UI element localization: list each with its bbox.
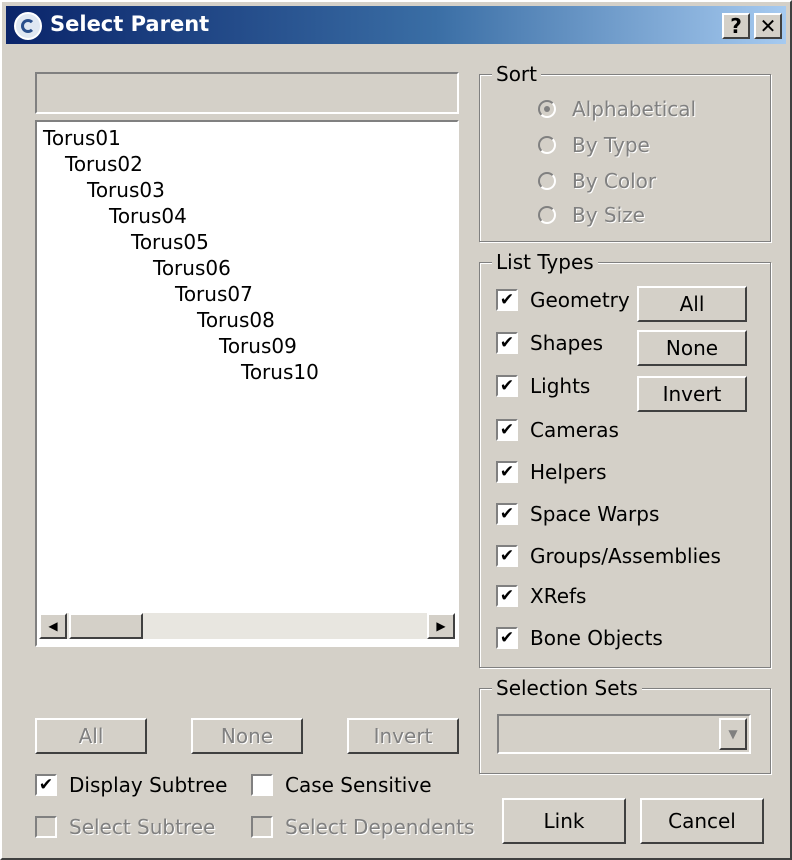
select-parent-dialog: Select Parent ? ✕ Torus01 Torus02 Torus03 T… (0, 0, 792, 860)
checkbox-box (251, 816, 273, 838)
app-logo-icon (14, 12, 42, 40)
list-type-checkbox[interactable]: ✔ Space Warps (496, 501, 659, 527)
sort-group-title: Sort (492, 62, 541, 86)
list-type-checkbox[interactable]: ✔ Shapes (496, 330, 603, 356)
checkbox-box: ✔ (496, 461, 518, 483)
tree-item[interactable]: Torus08 (197, 308, 275, 332)
tree-item[interactable]: Torus10 (241, 360, 319, 384)
tree-item[interactable]: Torus05 (131, 230, 209, 254)
checkbox-label: XRefs (530, 584, 587, 608)
radio-button (538, 100, 556, 118)
checkbox-box: ✔ (496, 585, 518, 607)
tree-item[interactable]: Torus06 (153, 256, 231, 280)
checkbox-box: ✔ (496, 503, 518, 525)
selection-sets-dropdown[interactable]: ▼ (497, 714, 751, 754)
radio-button (538, 172, 556, 190)
checkbox-box: ✔ (35, 774, 57, 796)
sort-group: Sort Alphabetical By Type By Color By Si… (479, 62, 771, 242)
help-button[interactable]: ? (722, 13, 750, 39)
checkbox-label: Shapes (530, 331, 604, 355)
checkbox-label: Bone Objects (530, 626, 663, 650)
checkbox-label: Geometry (530, 288, 630, 312)
sort-by-size-radio[interactable]: By Size (538, 203, 645, 227)
link-button[interactable]: Link (502, 798, 626, 844)
checkbox-box: ✔ (496, 375, 518, 397)
radio-label: By Size (572, 203, 645, 227)
checkbox-label: Select Dependents (285, 815, 475, 839)
sort-by-color-radio[interactable]: By Color (538, 169, 656, 193)
checkbox-label: Cameras (530, 418, 619, 442)
list-types-none-button[interactable]: None (637, 330, 747, 366)
checkbox-box: ✔ (496, 627, 518, 649)
list-types-invert-button[interactable]: Invert (637, 376, 747, 412)
tree-item[interactable]: Torus02 (65, 152, 143, 176)
horizontal-scrollbar[interactable]: ◀ ▶ (39, 613, 455, 639)
display-subtree-checkbox[interactable]: ✔ Display Subtree (35, 772, 227, 798)
checkbox-box: ✔ (496, 545, 518, 567)
select-dependents-checkbox[interactable]: Select Dependents (251, 814, 474, 840)
list-type-checkbox[interactable]: ✔ Geometry (496, 287, 630, 313)
arrow-left-icon: ◀ (48, 619, 58, 633)
tree-item[interactable]: Torus03 (87, 178, 165, 202)
search-input[interactable] (35, 72, 459, 114)
select-none-button[interactable]: None (191, 718, 303, 754)
list-type-checkbox[interactable]: ✔ XRefs (496, 583, 586, 609)
radio-label: By Type (572, 133, 650, 157)
scroll-right-button[interactable]: ▶ (427, 613, 455, 639)
checkbox-box: ✔ (496, 419, 518, 441)
list-type-checkbox[interactable]: ✔ Groups/Assemblies (496, 543, 721, 569)
checkbox-label: Display Subtree (69, 773, 228, 797)
list-types-group: List Types ✔ Geometry ✔ Shapes ✔ Lights ✔ Camer… (479, 250, 771, 668)
radio-button (538, 206, 556, 224)
select-subtree-checkbox[interactable]: Select Subtree (35, 814, 215, 840)
selection-sets-group: Selection Sets ▼ (479, 676, 771, 774)
radio-label: By Color (572, 169, 657, 193)
checkbox-label: Case Sensitive (285, 773, 432, 797)
list-type-checkbox[interactable]: ✔ Helpers (496, 459, 607, 485)
tree-item[interactable]: Torus01 (43, 126, 121, 150)
radio-button (538, 136, 556, 154)
checkbox-label: Lights (530, 374, 591, 398)
list-types-all-button[interactable]: All (637, 286, 747, 322)
close-button[interactable]: ✕ (754, 13, 782, 39)
radio-label: Alphabetical (572, 97, 697, 121)
select-invert-button[interactable]: Invert (347, 718, 459, 754)
scrollbar-thumb[interactable] (69, 613, 143, 639)
case-sensitive-checkbox[interactable]: Case Sensitive (251, 772, 432, 798)
checkbox-box (35, 816, 57, 838)
object-list[interactable]: Torus01 Torus02 Torus03 Torus04 Torus05 Torus… (35, 120, 459, 647)
cancel-button[interactable]: Cancel (640, 798, 764, 844)
tree-item[interactable]: Torus04 (109, 204, 187, 228)
title-bar[interactable]: Select Parent ? ✕ (6, 6, 786, 44)
checkbox-box (251, 774, 273, 796)
tree-item[interactable]: Torus07 (175, 282, 253, 306)
arrow-right-icon: ▶ (436, 619, 446, 633)
tree-item[interactable]: Torus09 (219, 334, 297, 358)
list-type-checkbox[interactable]: ✔ Lights (496, 373, 590, 399)
list-type-checkbox[interactable]: ✔ Bone Objects (496, 625, 663, 651)
list-types-group-title: List Types (492, 250, 598, 274)
checkbox-box: ✔ (496, 289, 518, 311)
select-all-button[interactable]: All (35, 718, 147, 754)
checkbox-label: Helpers (530, 460, 607, 484)
chevron-down-icon[interactable]: ▼ (719, 718, 747, 750)
dialog-title: Select Parent (50, 12, 210, 36)
checkbox-label: Groups/Assemblies (530, 544, 721, 568)
selection-sets-group-title: Selection Sets (492, 676, 642, 700)
checkbox-label: Select Subtree (69, 815, 216, 839)
list-type-checkbox[interactable]: ✔ Cameras (496, 417, 619, 443)
scroll-left-button[interactable]: ◀ (39, 613, 67, 639)
sort-alphabetical-radio[interactable]: Alphabetical (538, 97, 696, 121)
sort-by-type-radio[interactable]: By Type (538, 133, 650, 157)
checkbox-box: ✔ (496, 332, 518, 354)
checkbox-label: Space Warps (530, 502, 660, 526)
